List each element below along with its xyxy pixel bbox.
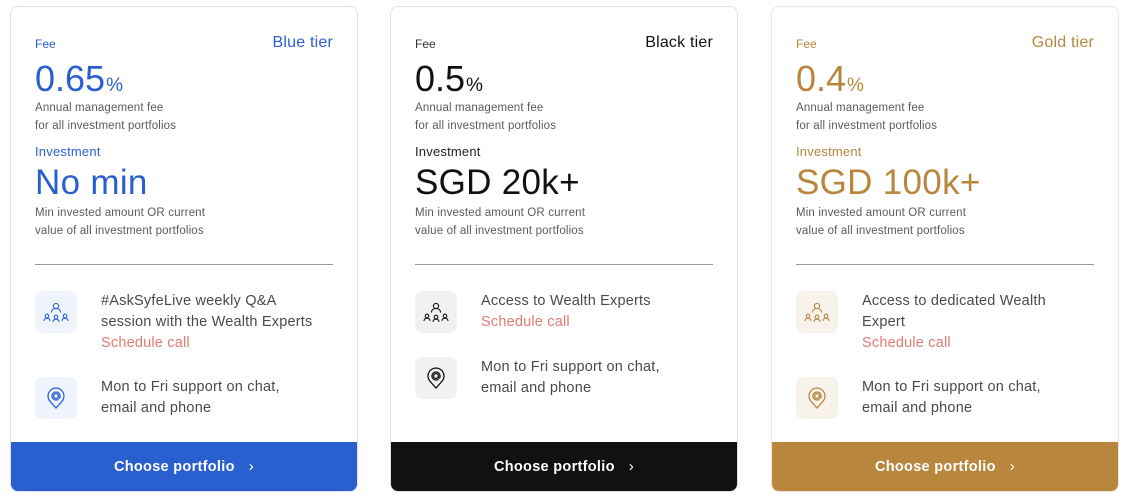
fee-value: 0.65% — [35, 59, 123, 106]
investment-description-line: Min invested amount OR current — [35, 207, 206, 219]
schedule-call-link[interactable]: Schedule call — [481, 312, 719, 333]
fee-value: 0.5% — [415, 59, 483, 106]
feature-line: session with the Wealth Experts — [101, 314, 313, 330]
choose-portfolio-button[interactable]: Choose portfolio › — [772, 442, 1118, 491]
fee-description-line: Annual management fee — [796, 102, 925, 114]
people-network-icon — [796, 291, 838, 333]
chevron-right-icon: › — [1009, 458, 1016, 475]
fee-description-line: for all investment portfolios — [415, 119, 557, 132]
feature-wealth-experts: #AskSyfeLive weekly Q&A session with the… — [35, 291, 339, 361]
investment-value: SGD 20k+ — [415, 163, 580, 202]
investment-description-line: value of all investment portfolios — [415, 224, 584, 237]
feature-support: Mon to Fri support on chat, email and ph… — [415, 357, 719, 427]
feature-wealth-experts: Access to Wealth Experts Schedule call — [415, 291, 719, 361]
fee-label: Fee — [35, 37, 56, 51]
fee-description: Annual management fee for all investment… — [415, 100, 675, 135]
tier-name: Blue tier — [272, 34, 333, 51]
investment-value: SGD 100k+ — [796, 163, 981, 202]
feature-line: email and phone — [101, 400, 212, 416]
feature-line: Mon to Fri support on chat, — [862, 379, 1041, 395]
investment-description-line: Min invested amount OR current — [796, 207, 967, 219]
feature-support: Mon to Fri support on chat, email and ph… — [796, 377, 1100, 447]
fee-description-line: for all investment portfolios — [35, 119, 177, 132]
investment-description-line: value of all investment portfolios — [796, 224, 965, 237]
cta-label: Choose portfolio — [874, 458, 996, 475]
pricing-card-gold: Fee Gold tier 0.4% Annual management fee… — [771, 6, 1119, 492]
divider — [796, 264, 1094, 265]
feature-wealth-experts: Access to dedicated Wealth Expert Schedu… — [796, 291, 1100, 361]
divider — [415, 264, 713, 265]
fee-unit: % — [466, 75, 483, 96]
fee-description-line: Annual management fee — [35, 102, 164, 114]
feature-line: Mon to Fri support on chat, — [481, 359, 660, 375]
fee-description: Annual management fee for all investment… — [35, 100, 295, 135]
feature-line: Access to dedicated Wealth — [862, 293, 1046, 309]
investment-description: Min invested amount OR current value of … — [415, 205, 675, 240]
feature-line: Mon to Fri support on chat, — [101, 379, 280, 395]
pricing-card-black: Fee Black tier 0.5% Annual management fe… — [390, 6, 738, 492]
investment-label: Investment — [796, 144, 862, 159]
investment-description-line: Min invested amount OR current — [415, 207, 586, 219]
investment-description: Min invested amount OR current value of … — [35, 205, 295, 240]
schedule-call-link[interactable]: Schedule call — [101, 333, 339, 354]
investment-description-line: value of all investment portfolios — [35, 224, 204, 237]
pricing-card-blue: Fee Blue tier 0.65% Annual management fe… — [10, 6, 358, 492]
feature-line: Expert — [862, 314, 906, 330]
chat-at-icon — [35, 377, 77, 419]
feature-text: Mon to Fri support on chat, email and ph… — [481, 357, 719, 399]
investment-value: No min — [35, 163, 148, 202]
fee-number: 0.65 — [35, 58, 106, 99]
feature-line: email and phone — [862, 400, 973, 416]
feature-line: email and phone — [481, 380, 592, 396]
investment-label: Investment — [415, 144, 481, 159]
feature-text: Mon to Fri support on chat, email and ph… — [101, 377, 339, 419]
fee-number: 0.4 — [796, 58, 847, 99]
cta-label: Choose portfolio — [493, 458, 615, 475]
divider — [35, 264, 333, 265]
chevron-right-icon: › — [248, 458, 255, 475]
feature-line: Access to Wealth Experts — [481, 293, 651, 309]
chat-at-icon — [796, 377, 838, 419]
fee-description-line: for all investment portfolios — [796, 119, 938, 132]
fee-number: 0.5 — [415, 58, 466, 99]
investment-label: Investment — [35, 144, 101, 159]
cta-label: Choose portfolio — [113, 458, 235, 475]
feature-support: Mon to Fri support on chat, email and ph… — [35, 377, 339, 447]
feature-text: Mon to Fri support on chat, email and ph… — [862, 377, 1100, 419]
feature-text: Access to dedicated Wealth Expert Schedu… — [862, 291, 1100, 354]
fee-description-line: Annual management fee — [415, 102, 544, 114]
fee-label: Fee — [415, 37, 436, 51]
feature-text: Access to Wealth Experts Schedule call — [481, 291, 719, 333]
chat-at-icon — [415, 357, 457, 399]
people-network-icon — [35, 291, 77, 333]
tier-name: Gold tier — [1031, 34, 1094, 51]
schedule-call-link[interactable]: Schedule call — [862, 333, 1100, 354]
people-network-icon — [415, 291, 457, 333]
feature-text: #AskSyfeLive weekly Q&A session with the… — [101, 291, 339, 354]
tier-name: Black tier — [645, 34, 713, 51]
choose-portfolio-button[interactable]: Choose portfolio › — [11, 442, 357, 491]
fee-description: Annual management fee for all investment… — [796, 100, 1056, 135]
fee-value: 0.4% — [796, 59, 864, 106]
choose-portfolio-button[interactable]: Choose portfolio › — [391, 442, 737, 491]
investment-description: Min invested amount OR current value of … — [796, 205, 1056, 240]
fee-unit: % — [106, 75, 123, 96]
chevron-right-icon: › — [628, 458, 635, 475]
feature-line: #AskSyfeLive weekly Q&A — [101, 293, 277, 309]
fee-unit: % — [847, 75, 864, 96]
fee-label: Fee — [796, 37, 817, 51]
